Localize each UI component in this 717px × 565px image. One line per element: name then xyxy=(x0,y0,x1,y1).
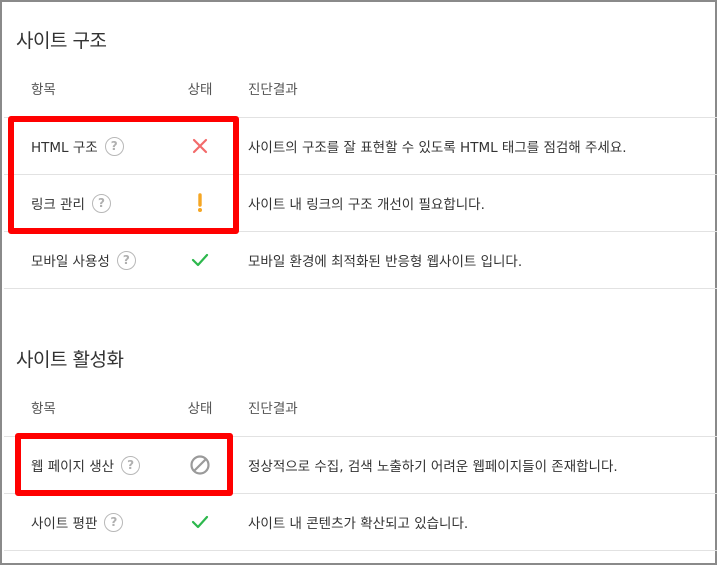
row-result: 사이트의 구조를 잘 표현할 수 있도록 HTML 태그를 점검해 주세요. xyxy=(248,140,627,156)
report-panel: 사이트 구조 항목 상태 진단결과 HTML 구조 ? 사이트의 구조를 잘 표… xyxy=(0,0,717,565)
header-result: 진단결과 xyxy=(248,400,298,417)
help-icon[interactable]: ? xyxy=(116,250,136,270)
section-title: 사이트 구조 xyxy=(16,30,107,52)
section-title: 사이트 활성화 xyxy=(16,349,124,371)
row-result: 사이트 내 콘텐츠가 확산되고 있습니다. xyxy=(248,516,469,532)
highlight-box-structure-issues xyxy=(8,116,239,234)
row-item-label: 모바일 사용성 xyxy=(31,254,110,270)
header-result: 진단결과 xyxy=(248,81,298,98)
table-header: 항목 상태 진단결과 xyxy=(4,58,717,118)
row-result: 모바일 환경에 최적화된 반응형 웹사이트 입니다. xyxy=(248,254,523,270)
check-icon xyxy=(188,510,212,534)
table-row-mobile-usability: 모바일 사용성 ? 모바일 환경에 최적화된 반응형 웹사이트 입니다. xyxy=(4,232,717,289)
header-status: 상태 xyxy=(187,400,213,417)
help-icon[interactable]: ? xyxy=(104,512,124,532)
table-header: 항목 상태 진단결과 xyxy=(4,377,717,437)
row-result: 정상적으로 수집, 검색 노출하기 어려운 웹페이지들이 존재합니다. xyxy=(248,459,618,475)
check-icon xyxy=(188,248,212,272)
header-item: 항목 xyxy=(31,400,56,417)
table-row-site-reputation: 사이트 평판 ? 사이트 내 콘텐츠가 확산되고 있습니다. xyxy=(4,494,717,551)
highlight-box-web-page-production xyxy=(15,433,233,496)
row-result: 사이트 내 링크의 구조 개선이 필요합니다. xyxy=(248,197,485,213)
header-item: 항목 xyxy=(31,81,56,98)
row-item-label: 사이트 평판 xyxy=(31,516,98,532)
header-status: 상태 xyxy=(187,81,213,98)
